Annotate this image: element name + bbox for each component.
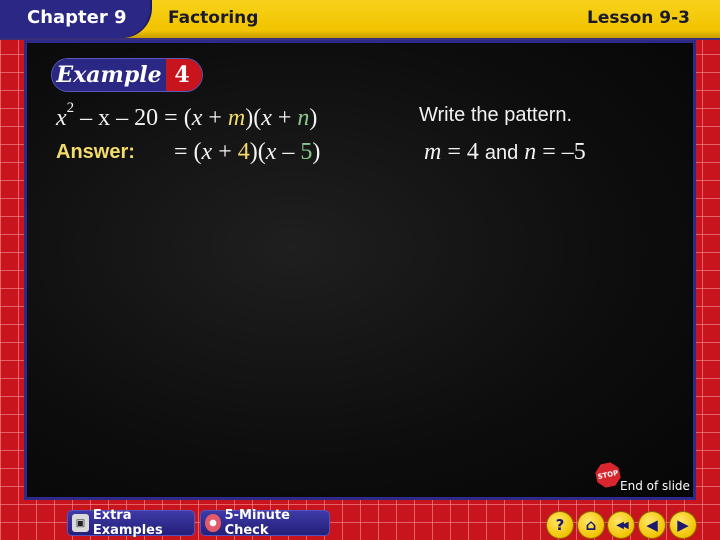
first-slide-button[interactable]: ◀◀ <box>608 512 634 538</box>
equation-text: – x – 20 = ( <box>74 105 192 131</box>
arrow-right-icon: ▶ <box>677 516 689 534</box>
equation-pattern: x2 – x – 20 = (x + m)(x + n) <box>56 100 318 132</box>
value-n: 5 <box>300 139 313 165</box>
operator: + <box>212 139 238 165</box>
paren: ) <box>312 139 321 165</box>
var-n: n <box>297 105 310 131</box>
five-minute-check-label: 5-Minute Check <box>224 508 290 538</box>
header-bar: Chapter 9 Factoring Lesson 9-3 <box>0 0 720 40</box>
computer-icon: ▣ <box>72 514 89 532</box>
next-slide-button[interactable]: ▶ <box>670 512 696 538</box>
var-x: x <box>191 105 203 131</box>
paren: ) <box>309 105 318 131</box>
lesson-label: Lesson 9-3 <box>586 8 690 28</box>
arrow-left-icon: ◀ <box>646 516 658 534</box>
step-note: Write the pattern. <box>419 104 573 126</box>
operator: – <box>276 139 301 165</box>
value-m: 4 <box>237 139 250 165</box>
example-number: 4 <box>166 59 202 91</box>
extra-examples-label: Extra Examples <box>92 508 163 538</box>
home-icon: ⌂ <box>585 516 597 534</box>
help-button[interactable]: ? <box>547 512 573 538</box>
end-of-slide-label: End of slide <box>620 479 690 493</box>
rewind-icon: ◀◀ <box>616 519 629 531</box>
var-x: x <box>201 139 213 165</box>
operator: + <box>271 105 298 131</box>
var-m: m <box>227 105 246 131</box>
var-x: x <box>261 105 272 131</box>
and-text: and <box>484 142 519 164</box>
chapter-tab: Chapter 9 <box>0 0 150 38</box>
equation-text: = ( <box>174 139 202 165</box>
chapter-label: Chapter 9 <box>27 7 127 28</box>
var-n: n <box>518 139 537 165</box>
equation-text: = 4 <box>441 139 485 165</box>
var-m: m <box>424 139 442 165</box>
extra-examples-button[interactable]: ▣ Extra Examples <box>67 508 195 538</box>
paren: )( <box>245 105 262 131</box>
clock-icon <box>205 514 221 532</box>
previous-slide-button[interactable]: ◀ <box>639 512 665 538</box>
home-button[interactable]: ⌂ <box>578 512 604 538</box>
var-x: x <box>265 139 277 165</box>
exponent: 2 <box>66 100 75 116</box>
example-badge: Example 4 <box>52 59 202 91</box>
question-icon: ? <box>555 516 565 534</box>
end-of-slide-marker: STOP End of slide <box>594 461 690 493</box>
answer-label: Answer: <box>56 141 135 163</box>
five-minute-check-button[interactable]: 5-Minute Check <box>200 508 330 538</box>
topic-title: Factoring <box>168 8 259 28</box>
equation-answer: = (x + 4)(x – 5) <box>174 139 320 166</box>
operator: + <box>202 105 228 131</box>
stop-sign-icon: STOP <box>594 461 622 489</box>
equation-text: = –5 <box>536 139 586 165</box>
var-x: x <box>56 105 67 131</box>
equation-values: m = 4 and n = –5 <box>424 139 586 166</box>
example-label: Example <box>52 59 166 91</box>
paren: )( <box>249 139 266 165</box>
